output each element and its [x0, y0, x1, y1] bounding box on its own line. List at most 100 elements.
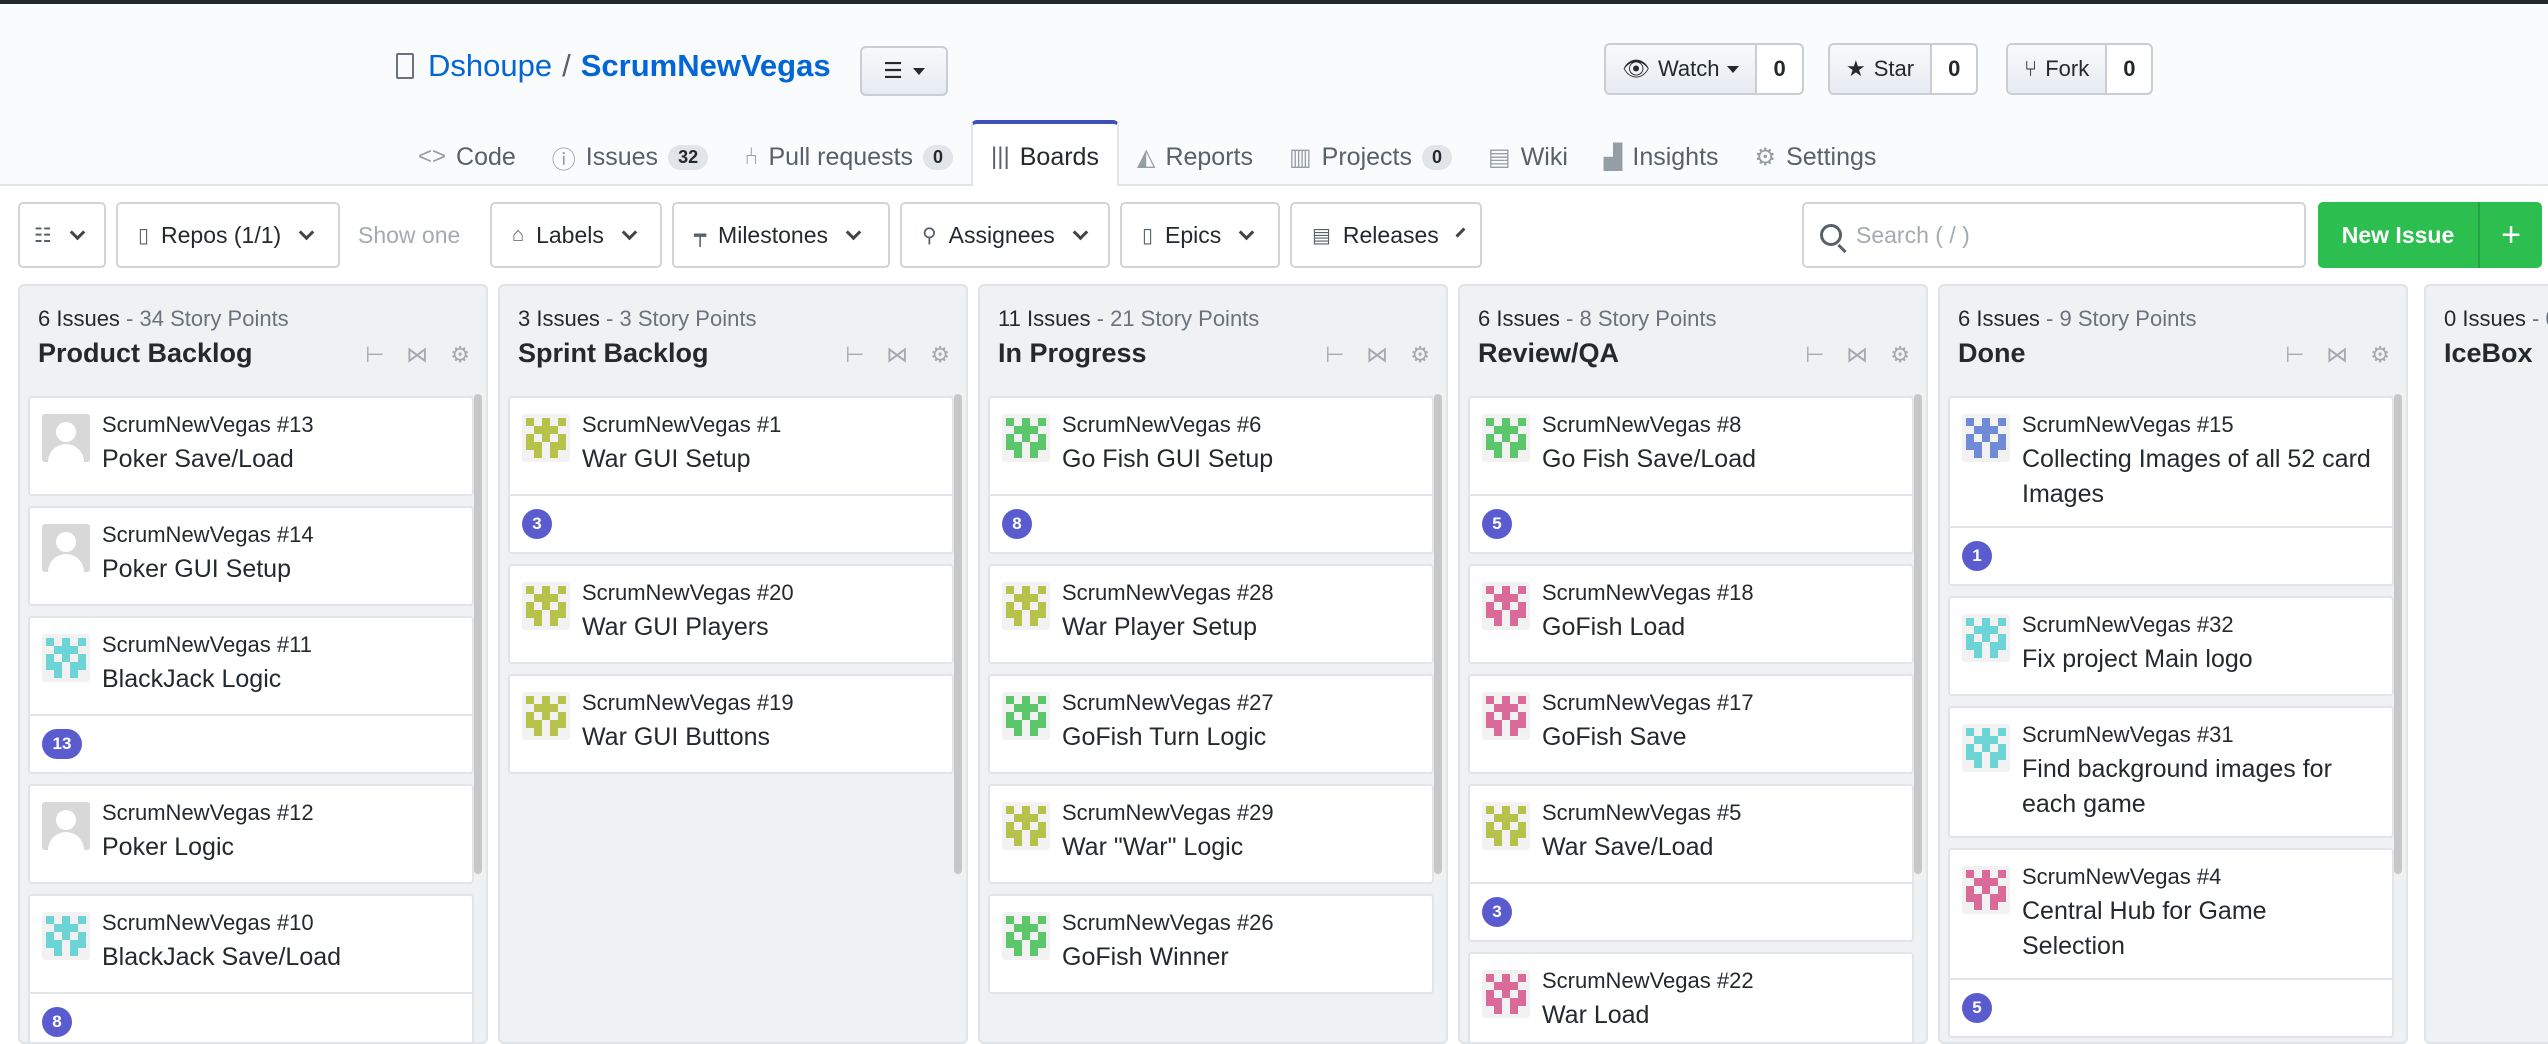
search-input[interactable]: Search ( / ): [1802, 202, 2306, 268]
issue-card[interactable]: ScrumNewVegas #15 Collecting Images of al…: [1948, 396, 2394, 586]
repo-name-link[interactable]: ScrumNewVegas: [581, 48, 831, 84]
gear-icon[interactable]: ⚙: [1890, 342, 1910, 368]
collapse-icon[interactable]: ⊢: [845, 342, 864, 368]
star-count[interactable]: 0: [1932, 45, 1976, 93]
issue-card[interactable]: ScrumNewVegas #22 War Load: [1468, 952, 1914, 1042]
issue-ref[interactable]: ScrumNewVegas #1: [582, 412, 936, 438]
split-icon[interactable]: ⋈: [886, 342, 908, 368]
repo-menu-button[interactable]: ☰: [860, 46, 948, 96]
issue-title[interactable]: Poker GUI Setup: [102, 552, 456, 587]
issue-ref[interactable]: ScrumNewVegas #14: [102, 522, 456, 548]
tab-reports[interactable]: ◭ Reports: [1119, 124, 1271, 190]
issue-title[interactable]: GoFish Save: [1542, 720, 1896, 755]
issue-ref[interactable]: ScrumNewVegas #15: [2022, 412, 2376, 438]
issue-title[interactable]: BlackJack Save/Load: [102, 940, 456, 975]
issue-ref[interactable]: ScrumNewVegas #22: [1542, 968, 1896, 994]
issue-card[interactable]: ScrumNewVegas #20 War GUI Players: [508, 564, 954, 664]
repos-filter[interactable]: ▯ Repos (1/1): [116, 202, 340, 268]
issue-card[interactable]: ScrumNewVegas #11 BlackJack Logic 13: [28, 616, 474, 774]
issue-title[interactable]: Collecting Images of all 52 card Images: [2022, 442, 2376, 512]
issue-title[interactable]: GoFish Load: [1542, 610, 1896, 645]
board-settings-button[interactable]: ☷: [18, 202, 106, 268]
issue-card[interactable]: ScrumNewVegas #10 BlackJack Save/Load 8: [28, 894, 474, 1042]
column-scrollbar[interactable]: [474, 394, 482, 874]
issue-ref[interactable]: ScrumNewVegas #4: [2022, 864, 2376, 890]
issue-card[interactable]: ScrumNewVegas #26 GoFish Winner: [988, 894, 1434, 994]
issue-title[interactable]: GoFish Winner: [1062, 940, 1416, 975]
issue-title[interactable]: War Load: [1542, 998, 1896, 1033]
issue-card[interactable]: ScrumNewVegas #19 War GUI Buttons: [508, 674, 954, 774]
star-button[interactable]: ★ Star: [1830, 45, 1933, 93]
issue-ref[interactable]: ScrumNewVegas #28: [1062, 580, 1416, 606]
split-icon[interactable]: ⋈: [2326, 342, 2348, 368]
split-icon[interactable]: ⋈: [1366, 342, 1388, 368]
issue-title[interactable]: War GUI Players: [582, 610, 936, 645]
column-scrollbar[interactable]: [954, 394, 962, 874]
issue-ref[interactable]: ScrumNewVegas #6: [1062, 412, 1416, 438]
watch-count[interactable]: 0: [1757, 45, 1801, 93]
issue-card[interactable]: ScrumNewVegas #18 GoFish Load: [1468, 564, 1914, 664]
issue-card[interactable]: ScrumNewVegas #13 Poker Save/Load: [28, 396, 474, 496]
fork-count[interactable]: 0: [2107, 45, 2151, 93]
watch-button[interactable]: 👁 Watch: [1606, 45, 1758, 93]
issue-title[interactable]: War GUI Setup: [582, 442, 936, 477]
issue-card[interactable]: ScrumNewVegas #27 GoFish Turn Logic: [988, 674, 1434, 774]
issue-ref[interactable]: ScrumNewVegas #27: [1062, 690, 1416, 716]
assignees-filter[interactable]: ⚲ Assignees: [900, 202, 1110, 268]
issue-card[interactable]: ScrumNewVegas #5 War Save/Load 3: [1468, 784, 1914, 942]
column-scrollbar[interactable]: [1914, 394, 1922, 874]
issue-title[interactable]: Central Hub for Game Selection: [2022, 894, 2376, 964]
tab-pull-requests[interactable]: ⑃ Pull requests 0: [726, 124, 971, 190]
issue-ref[interactable]: ScrumNewVegas #29: [1062, 800, 1416, 826]
issue-ref[interactable]: ScrumNewVegas #12: [102, 800, 456, 826]
gear-icon[interactable]: ⚙: [450, 342, 470, 368]
tab-code[interactable]: <> Code: [400, 124, 534, 190]
issue-title[interactable]: Fix project Main logo: [2022, 642, 2376, 677]
issue-title[interactable]: Go Fish Save/Load: [1542, 442, 1896, 477]
issue-card[interactable]: ScrumNewVegas #1 War GUI Setup 3: [508, 396, 954, 554]
split-icon[interactable]: ⋈: [1846, 342, 1868, 368]
issue-ref[interactable]: ScrumNewVegas #8: [1542, 412, 1896, 438]
repo-owner-link[interactable]: Dshoupe: [428, 48, 552, 84]
milestones-filter[interactable]: ┯ Milestones: [672, 202, 890, 268]
tab-settings[interactable]: ⚙ Settings: [1737, 124, 1895, 190]
collapse-icon[interactable]: ⊢: [1325, 342, 1344, 368]
issue-ref[interactable]: ScrumNewVegas #5: [1542, 800, 1896, 826]
epics-filter[interactable]: ▯ Epics: [1120, 202, 1280, 268]
issue-ref[interactable]: ScrumNewVegas #13: [102, 412, 456, 438]
issue-card[interactable]: ScrumNewVegas #28 War Player Setup: [988, 564, 1434, 664]
tab-projects[interactable]: ▥ Projects 0: [1271, 124, 1470, 190]
issue-ref[interactable]: ScrumNewVegas #32: [2022, 612, 2376, 638]
issue-ref[interactable]: ScrumNewVegas #19: [582, 690, 936, 716]
issue-card[interactable]: ScrumNewVegas #6 Go Fish GUI Setup 8: [988, 396, 1434, 554]
issue-card[interactable]: ScrumNewVegas #14 Poker GUI Setup: [28, 506, 474, 606]
issue-card[interactable]: ScrumNewVegas #29 War "War" Logic: [988, 784, 1434, 884]
issue-card[interactable]: ScrumNewVegas #12 Poker Logic: [28, 784, 474, 884]
issue-card[interactable]: ScrumNewVegas #8 Go Fish Save/Load 5: [1468, 396, 1914, 554]
releases-filter[interactable]: ▤ Releases: [1290, 202, 1482, 268]
issue-ref[interactable]: ScrumNewVegas #26: [1062, 910, 1416, 936]
new-issue-plus-button[interactable]: +: [2480, 202, 2542, 268]
issue-title[interactable]: Go Fish GUI Setup: [1062, 442, 1416, 477]
gear-icon[interactable]: ⚙: [2370, 342, 2390, 368]
gear-icon[interactable]: ⚙: [1410, 342, 1430, 368]
gear-icon[interactable]: ⚙: [930, 342, 950, 368]
collapse-icon[interactable]: ⊢: [1805, 342, 1824, 368]
issue-ref[interactable]: ScrumNewVegas #10: [102, 910, 456, 936]
issue-ref[interactable]: ScrumNewVegas #20: [582, 580, 936, 606]
show-one-toggle[interactable]: Show one: [342, 202, 476, 268]
issue-title[interactable]: War "War" Logic: [1062, 830, 1416, 865]
tab-boards[interactable]: ||| Boards: [971, 120, 1119, 190]
column-scrollbar[interactable]: [1434, 394, 1442, 874]
issue-ref[interactable]: ScrumNewVegas #17: [1542, 690, 1896, 716]
tab-insights[interactable]: ▟ Insights: [1586, 124, 1737, 190]
issue-ref[interactable]: ScrumNewVegas #18: [1542, 580, 1896, 606]
issue-ref[interactable]: ScrumNewVegas #11: [102, 632, 456, 658]
issue-title[interactable]: GoFish Turn Logic: [1062, 720, 1416, 755]
issue-title[interactable]: War Save/Load: [1542, 830, 1896, 865]
issue-ref[interactable]: ScrumNewVegas #31: [2022, 722, 2376, 748]
issue-card[interactable]: ScrumNewVegas #31 Find background images …: [1948, 706, 2394, 838]
issue-title[interactable]: Find background images for each game: [2022, 752, 2376, 822]
labels-filter[interactable]: ⌂ Labels: [490, 202, 662, 268]
tab-wiki[interactable]: ▤ Wiki: [1470, 124, 1586, 190]
